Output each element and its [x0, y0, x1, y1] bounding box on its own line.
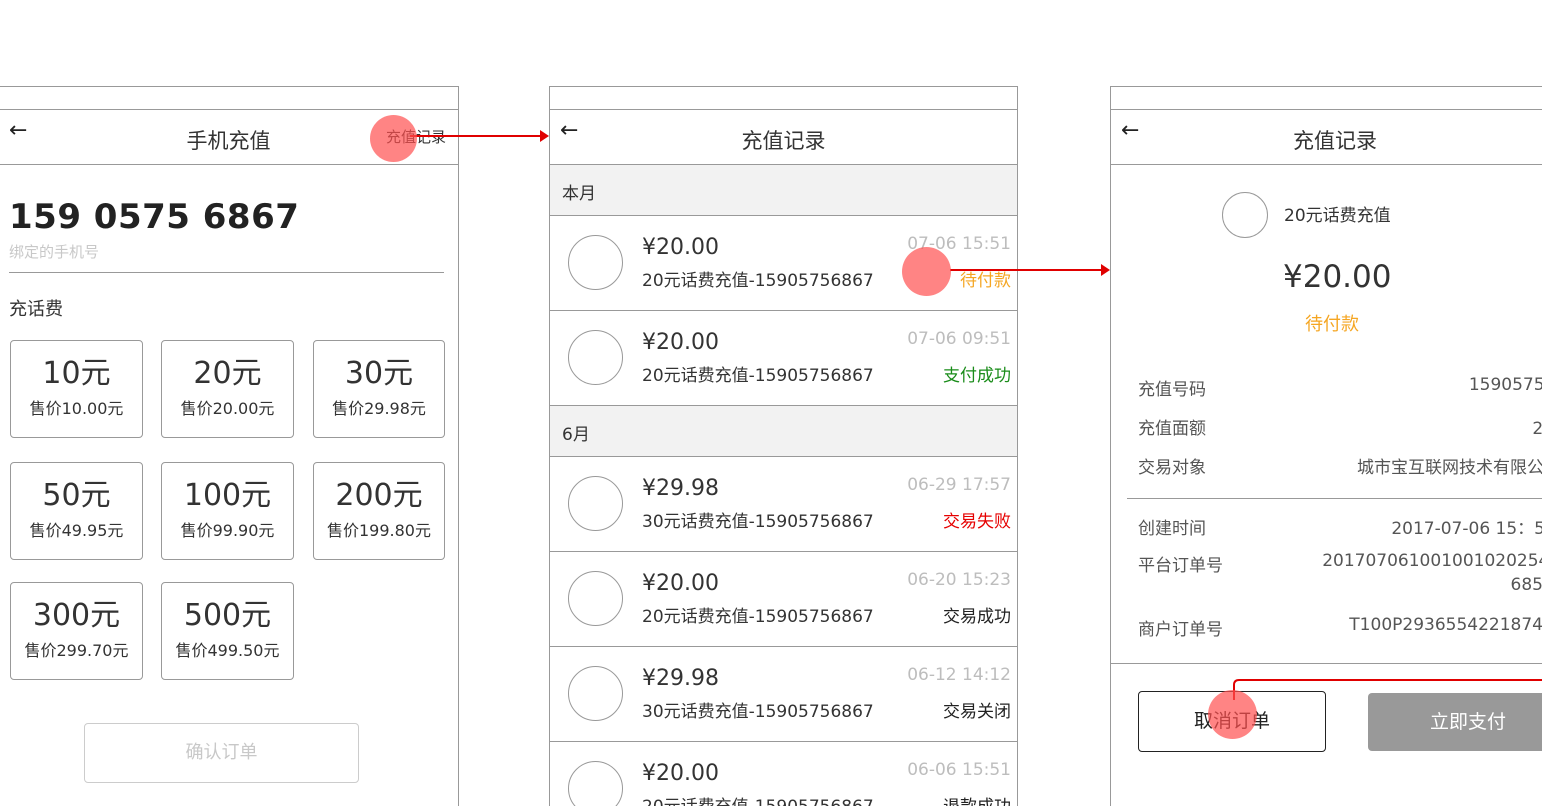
cancel-flow-connector: [1233, 679, 1542, 700]
click-hotspot: [370, 115, 417, 162]
click-hotspot: [902, 247, 951, 296]
click-hotspot: [1208, 690, 1257, 739]
